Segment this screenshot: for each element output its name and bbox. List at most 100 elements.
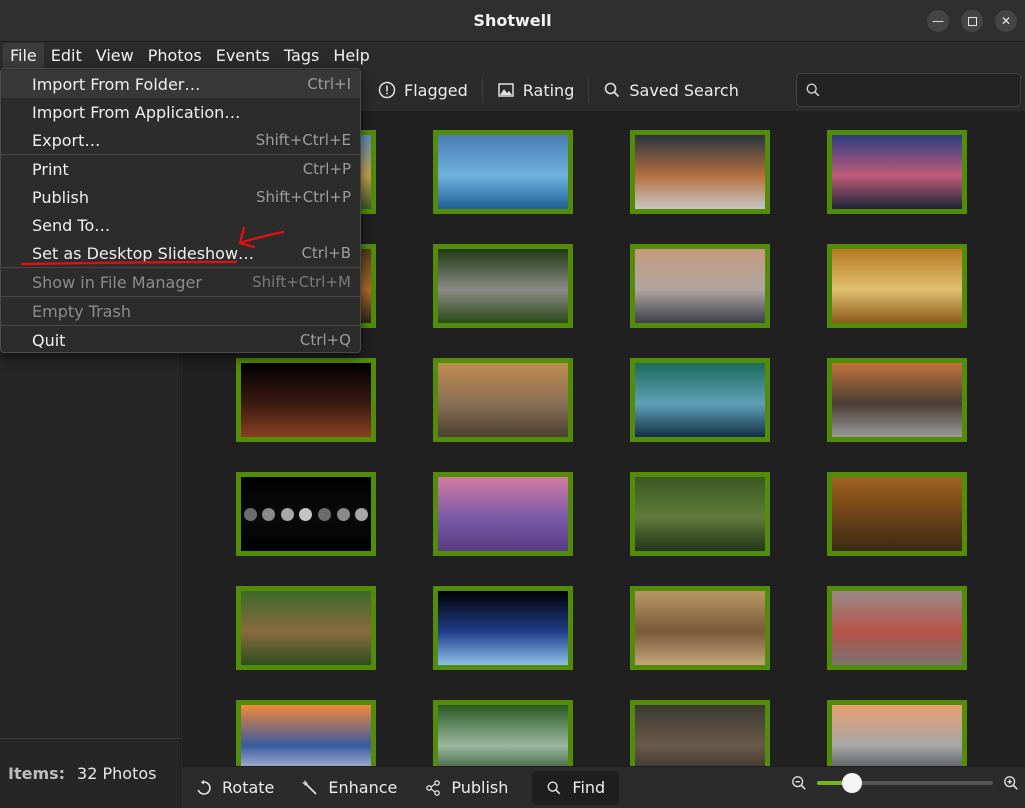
photo-squirrel-branch[interactable] <box>630 700 770 766</box>
menu-item-shortcut: Ctrl+P <box>302 160 351 178</box>
photo-city-reflection[interactable] <box>630 244 770 328</box>
zoom-slider[interactable] <box>817 773 993 793</box>
photo-image <box>241 705 371 766</box>
menu-item-shortcut: Ctrl+B <box>301 244 351 262</box>
photo-image <box>635 363 765 437</box>
photo-image <box>438 135 568 209</box>
window-controls: — ✕ <box>927 10 1017 32</box>
photo-deer-forest[interactable] <box>827 472 967 556</box>
publish-label: Publish <box>451 778 509 797</box>
find-button[interactable]: Find <box>532 770 620 805</box>
moon-shape <box>280 507 294 521</box>
menu-file[interactable]: File <box>3 43 44 68</box>
photo-forest-waterfall[interactable] <box>630 472 770 556</box>
enhance-label: Enhance <box>328 778 398 797</box>
file-menu: Import From Folder… Ctrl+I Import From App… <box>0 68 361 353</box>
zoom-out-icon[interactable] <box>791 775 807 791</box>
maximize-icon <box>967 16 977 26</box>
photo-image <box>438 477 568 551</box>
menu-item-empty-trash: Empty Trash <box>1 297 360 325</box>
image-icon <box>498 83 514 97</box>
photo-image <box>438 705 568 766</box>
photo-waxwing[interactable] <box>827 586 967 670</box>
photo-image <box>635 477 765 551</box>
photo-mountain-lake[interactable] <box>827 700 967 766</box>
photo-santorini[interactable] <box>236 700 376 766</box>
close-button[interactable]: ✕ <box>995 10 1017 32</box>
menu-photos[interactable]: Photos <box>141 43 209 68</box>
search-field[interactable] <box>796 73 1021 107</box>
menu-item-show-in-file-manager: Show in File Manager Shift+Ctrl+M <box>1 268 360 296</box>
photo-lavender[interactable] <box>433 472 573 556</box>
moon-shape <box>336 507 350 521</box>
menu-item-import-from-application[interactable]: Import From Application… <box>1 98 360 126</box>
zoom-slider-handle[interactable] <box>842 773 863 793</box>
menu-item-shortcut: Ctrl+I <box>307 75 351 93</box>
zoom-control <box>791 773 1019 793</box>
menu-item-label: Empty Trash <box>32 301 131 321</box>
photo-boardwalk[interactable] <box>236 586 376 670</box>
bottom-toolbar: Rotate Enhance Publish Find <box>182 766 1025 808</box>
photo-mountain-sunset[interactable] <box>630 130 770 214</box>
menu-item-publish[interactable]: Publish Shift+Ctrl+P <box>1 183 360 211</box>
enhance-button[interactable]: Enhance <box>288 771 411 805</box>
photo-image <box>832 477 962 551</box>
photo-earth-orbit[interactable] <box>433 586 573 670</box>
photo-image <box>241 477 371 551</box>
photo-jungle-falls[interactable] <box>433 700 573 766</box>
menu-item-print[interactable]: Print Ctrl+P <box>1 155 360 183</box>
flag-alert-icon <box>378 81 396 99</box>
photo-dandelion[interactable] <box>827 244 967 328</box>
rating-filter-button[interactable]: Rating <box>483 75 589 105</box>
menu-item-set-as-desktop-slideshow[interactable]: Set as Desktop Slideshow… Ctrl+B <box>1 239 360 267</box>
photo-squirrels[interactable] <box>630 586 770 670</box>
maximize-button[interactable] <box>961 10 983 32</box>
photo-mars[interactable] <box>236 358 376 442</box>
photo-purple-lake[interactable] <box>827 130 967 214</box>
menu-item-import-from-folder[interactable]: Import From Folder… Ctrl+I <box>1 70 360 98</box>
moon-shape <box>355 507 369 521</box>
search-input[interactable] <box>827 82 1007 98</box>
menu-help[interactable]: Help <box>326 43 376 68</box>
flagged-filter-button[interactable]: Flagged <box>364 75 482 105</box>
items-label: Items: <box>8 764 66 783</box>
publish-button[interactable]: Publish <box>411 771 522 805</box>
photo-aurora-waterfall[interactable] <box>630 358 770 442</box>
menu-item-label: Publish <box>32 187 90 207</box>
menu-edit[interactable]: Edit <box>44 43 89 68</box>
menu-item-send-to[interactable]: Send To… <box>1 211 360 239</box>
share-icon <box>426 779 441 796</box>
photo-lake-island[interactable] <box>433 130 573 214</box>
photo-image <box>832 249 962 323</box>
minimize-icon: — <box>932 14 944 28</box>
menu-tags[interactable]: Tags <box>277 43 326 68</box>
photo-valley-sunrise[interactable] <box>433 358 573 442</box>
photo-image <box>241 591 371 665</box>
photo-image <box>635 135 765 209</box>
menu-item-quit[interactable]: Quit Ctrl+Q <box>1 326 360 354</box>
window-title: Shotwell <box>473 11 552 30</box>
find-label: Find <box>572 778 606 797</box>
menu-item-shortcut: Shift+Ctrl+P <box>256 188 351 206</box>
photo-moon-phases[interactable] <box>236 472 376 556</box>
rotate-button[interactable]: Rotate <box>182 771 288 805</box>
photo-image <box>832 135 962 209</box>
saved-search-button[interactable]: Saved Search <box>589 75 752 105</box>
menu-view[interactable]: View <box>89 43 141 68</box>
menu-bar: File Edit View Photos Events Tags Help <box>0 42 1025 69</box>
zoom-in-icon[interactable] <box>1003 775 1019 791</box>
photo-image <box>635 249 765 323</box>
menu-events[interactable]: Events <box>209 43 277 68</box>
search-icon <box>547 781 561 794</box>
moon-shape <box>299 507 313 521</box>
menu-item-shortcut: Ctrl+Q <box>299 331 351 349</box>
photo-image <box>438 363 568 437</box>
photo-image <box>438 249 568 323</box>
rotate-icon <box>197 779 211 795</box>
rating-label: Rating <box>522 80 575 100</box>
photo-koala[interactable] <box>433 244 573 328</box>
photo-japanese-garden[interactable] <box>827 358 967 442</box>
menu-item-export[interactable]: Export… Shift+Ctrl+E <box>1 126 360 154</box>
search-icon <box>806 83 820 97</box>
minimize-button[interactable]: — <box>927 10 949 32</box>
